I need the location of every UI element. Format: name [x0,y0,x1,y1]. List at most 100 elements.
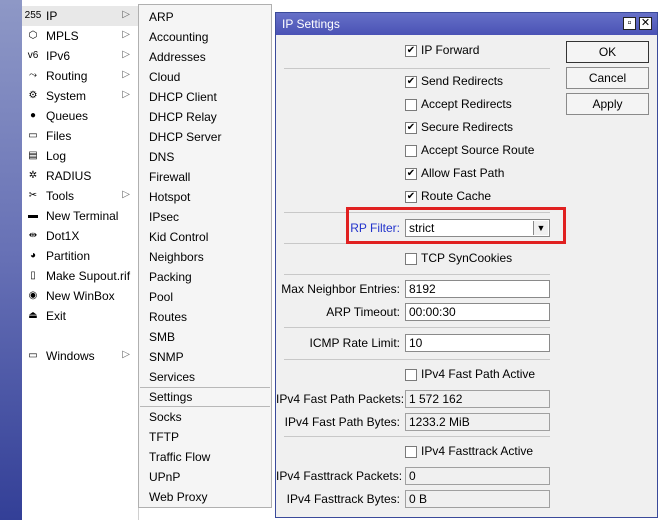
send-redirects-checkbox[interactable]: ✔ [405,76,417,88]
menu-item-ipv6[interactable]: v6 IPv6 ▷ [22,46,138,66]
menu-item-partition[interactable]: ◕ Partition [22,246,138,266]
submenu-item-traffic-flow[interactable]: Traffic Flow [140,447,270,467]
max-neighbor-entries-input[interactable]: 8192 [405,280,550,298]
menu-item-windows[interactable]: ▭ Windows ▷ [22,346,138,366]
rp-filter-select[interactable]: strict ▼ [405,219,550,237]
submenu-arrow-icon: ▷ [122,349,130,360]
menu-item-make-supout-rif[interactable]: ▯ Make Supout.rif [22,266,138,286]
menu-item-dot1x[interactable]: ⇹ Dot1X [22,226,138,246]
menu-item-exit[interactable]: ⏏ Exit [22,306,138,326]
accept-source-route-checkbox[interactable] [405,145,417,157]
apply-button[interactable]: Apply [566,93,649,115]
submenu-item-packing[interactable]: Packing [140,267,270,287]
cancel-button[interactable]: Cancel [566,67,649,89]
left-sidebar-strip [0,0,22,520]
ipv4-fast-path-active-checkbox [405,369,417,381]
ipv4-fasttrack-packets-value: 0 [405,467,550,485]
secure-redirects-checkbox[interactable]: ✔ [405,122,417,134]
submenu-item-dns[interactable]: DNS [140,147,270,167]
ip-submenu: ARP Accounting Addresses Cloud DHCP Client DH… [138,4,272,508]
accept-source-route-label: Accept Source Route [421,143,535,157]
submenu-item-services[interactable]: Services [140,367,270,387]
separator [284,243,550,244]
submenu-item-tftp[interactable]: TFTP [140,427,270,447]
menu-item-label: Routing [46,69,88,83]
menu-item-label: Tools [46,189,75,203]
submenu-item-dhcp-client[interactable]: DHCP Client [140,87,270,107]
arp-timeout-label: ARP Timeout: [326,305,400,319]
menu-item-label: Windows [46,349,95,363]
window-titlebar[interactable]: IP Settings ▫ ✕ [276,13,657,35]
menu-item-routing[interactable]: ⤳ Routing ▷ [22,66,138,86]
submenu-item-routes[interactable]: Routes [140,307,270,327]
exit-icon: ⏏ [28,310,38,321]
submenu-item-dhcp-relay[interactable]: DHCP Relay [140,107,270,127]
menu-item-new-winbox[interactable]: ◉ New WinBox [22,286,138,306]
menu-item-system[interactable]: ⚙ System ▷ [22,86,138,106]
submenu-item-dhcp-server[interactable]: DHCP Server [140,127,270,147]
window-title: IP Settings [282,17,340,31]
menu-item-files[interactable]: ▭ Files [22,126,138,146]
menu-item-label: IP [46,9,58,23]
menu-item-mpls[interactable]: ⬡ MPLS ▷ [22,26,138,46]
menu-item-radius[interactable]: ✲ RADIUS [22,166,138,186]
ok-button-label: OK [598,45,617,59]
apply-button-label: Apply [592,97,623,111]
icmp-rate-limit-input[interactable]: 10 [405,334,550,352]
submenu-item-kid-control[interactable]: Kid Control [140,227,270,247]
ok-button[interactable]: OK [566,41,649,63]
submenu-item-firewall[interactable]: Firewall [140,167,270,187]
max-neighbor-entries-label: Max Neighbor Entries: [281,282,400,296]
menu-item-label: IPv6 [46,49,71,63]
separator [284,274,550,275]
menu-item-tools[interactable]: ✂ Tools ▷ [22,186,138,206]
submenu-item-smb[interactable]: SMB [140,327,270,347]
submenu-item-cloud[interactable]: Cloud [140,67,270,87]
ipv4-fasttrack-bytes-value: 0 B [405,490,550,508]
ipv6-icon: v6 [27,50,39,61]
send-redirects-label: Send Redirects [421,74,504,88]
separator [284,436,550,437]
ipv4-fasttrack-bytes-label: IPv4 Fasttrack Bytes: [286,492,400,506]
menu-item-new-terminal[interactable]: ▬ New Terminal [22,206,138,226]
submenu-item-accounting[interactable]: Accounting [140,27,270,47]
submenu-item-pool[interactable]: Pool [140,287,270,307]
accept-redirects-checkbox[interactable] [405,99,417,111]
ipv4-fast-path-active-label: IPv4 Fast Path Active [421,367,536,381]
menu-item-label: Log [46,149,67,163]
dropdown-arrow-icon[interactable]: ▼ [533,221,548,235]
close-icon[interactable]: ✕ [639,17,652,30]
ip-forward-checkbox[interactable]: ✔ [405,45,417,57]
icmp-rate-limit-label: ICMP Rate Limit: [309,336,400,350]
menu-item-log[interactable]: ▤ Log [22,146,138,166]
ipv4-fasttrack-active-checkbox [405,446,417,458]
allow-fast-path-checkbox[interactable]: ✔ [405,168,417,180]
maximize-icon[interactable]: ▫ [623,17,636,30]
submenu-item-arp[interactable]: ARP [140,7,270,27]
menu-item-label: Dot1X [46,229,80,243]
partition-icon: ◕ [29,250,37,261]
files-icon: ▭ [28,130,38,141]
submenu-item-socks[interactable]: Socks [140,407,270,427]
menu-item-queues[interactable]: ● Queues [22,106,138,126]
submenu-item-neighbors[interactable]: Neighbors [140,247,270,267]
submenu-arrow-icon: ▷ [122,69,130,80]
route-cache-checkbox[interactable]: ✔ [405,191,417,203]
submenu-item-ipsec[interactable]: IPsec [140,207,270,227]
tcp-syncookies-checkbox[interactable] [405,253,417,265]
supout-icon: ▯ [30,270,36,281]
submenu-item-upnp[interactable]: UPnP [140,467,270,487]
submenu-item-settings[interactable]: Settings [140,387,270,407]
submenu-item-web-proxy[interactable]: Web Proxy [140,487,270,507]
cancel-button-label: Cancel [588,71,627,85]
submenu-item-hotspot[interactable]: Hotspot [140,187,270,207]
separator [284,68,550,69]
route-cache-label: Route Cache [421,189,492,203]
submenu-item-snmp[interactable]: SNMP [140,347,270,367]
menu-item-ip[interactable]: 255 IP ▷ [22,6,138,26]
menu-item-label: Make Supout.rif [46,269,131,283]
ipv4-fast-path-bytes-label: IPv4 Fast Path Bytes: [284,415,400,429]
submenu-arrow-icon: ▷ [122,49,130,60]
submenu-item-addresses[interactable]: Addresses [140,47,270,67]
arp-timeout-input[interactable]: 00:00:30 [405,303,550,321]
